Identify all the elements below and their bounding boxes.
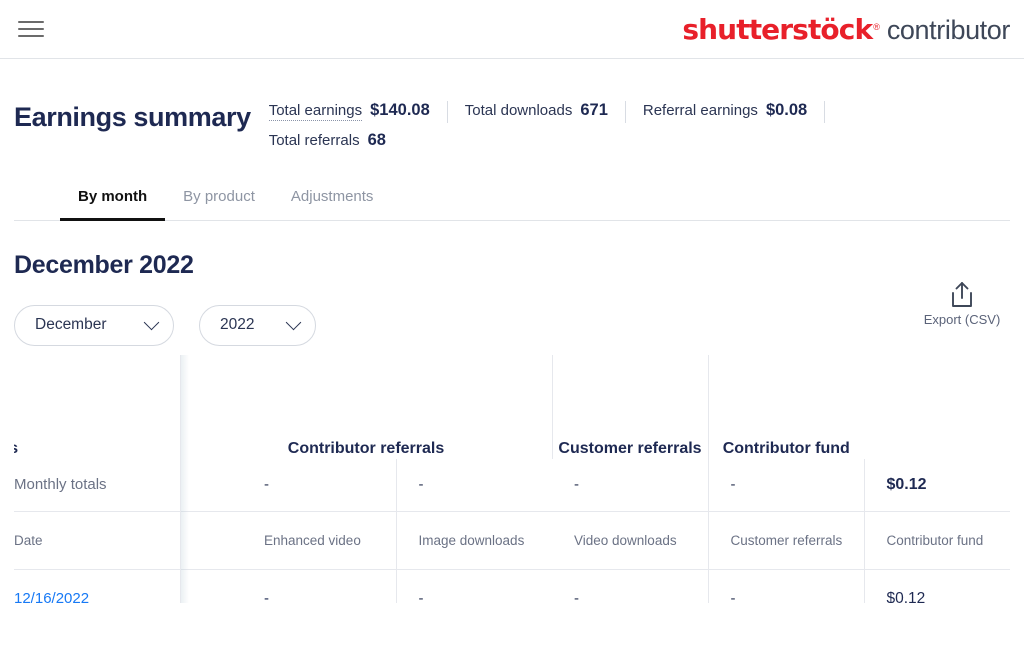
table-group-header-row: s Contributor referrals Customer referra…: [14, 355, 1010, 459]
chevron-down-icon: [285, 314, 302, 330]
period-title: December 2022: [14, 251, 194, 279]
metric-total-referrals-value: 68: [367, 131, 386, 149]
totals-customer-referrals: -: [707, 459, 864, 512]
summary-metrics-row-2: Total referrals 68: [269, 131, 909, 153]
export-csv-button[interactable]: Export (CSV): [914, 281, 1010, 327]
column-header-image-downloads[interactable]: Image downloads: [395, 510, 552, 570]
metric-total-earnings-label[interactable]: Total earnings: [268, 102, 363, 121]
hamburger-bar: [18, 27, 44, 31]
sticky-column-divider: [180, 355, 181, 603]
earnings-table-scroll-container[interactable]: s Contributor referrals Customer referra…: [14, 355, 1010, 603]
totals-label: Monthly totals: [14, 459, 180, 512]
summary-metrics: Total earnings $140.08 Total downloads 6…: [268, 101, 909, 153]
metric-total-downloads: Total downloads 671: [448, 101, 626, 123]
group-header-customer-referrals: Customer referrals: [551, 355, 708, 459]
month-select-value: December: [35, 316, 107, 333]
brand-logo[interactable]: shutterstöck ® contributor: [682, 13, 1010, 46]
hamburger-bar: [18, 21, 44, 24]
metric-total-downloads-label: Total downloads: [464, 102, 573, 119]
export-upload-icon: [952, 282, 972, 307]
totals-enhanced-video: -: [180, 459, 396, 512]
cell-customer-referrals: -: [707, 569, 864, 603]
earnings-table: s Contributor referrals Customer referra…: [14, 355, 1010, 603]
metric-referral-earnings: Referral earnings $0.08: [626, 101, 826, 123]
year-select[interactable]: 2022: [199, 304, 316, 346]
metric-total-earnings-value: $140.08: [370, 101, 430, 119]
cell-date: 12/16/2022: [14, 569, 180, 603]
group-header-contributor-referrals: Contributor referrals: [179, 355, 552, 459]
totals-image-downloads: -: [395, 459, 552, 512]
column-header-customer-referrals[interactable]: Customer referrals: [707, 510, 864, 570]
tab-by-product[interactable]: By product: [165, 188, 273, 221]
brand-mark-text: shutterstöck: [682, 12, 873, 46]
year-select-value: 2022: [220, 316, 255, 333]
date-link[interactable]: 12/16/2022: [14, 590, 89, 603]
metric-total-referrals: Total referrals 68: [269, 131, 403, 153]
column-header-enhanced-video[interactable]: Enhanced video: [180, 510, 396, 570]
period-controls: December 2022 Export (CSV): [14, 282, 1010, 347]
column-header-date[interactable]: Date: [14, 510, 180, 570]
group-header-truncated: s: [14, 355, 180, 459]
registered-mark-icon: ®: [873, 21, 880, 32]
page-body: Earnings summary Total earnings $140.08 …: [0, 59, 1024, 603]
cell-contributor-fund: $0.12: [863, 569, 1010, 603]
totals-video-downloads: -: [552, 459, 708, 512]
month-select[interactable]: December: [14, 304, 174, 346]
brand-sub-text: contributor: [886, 14, 1011, 45]
tab-bar: By month By product Adjustments: [14, 187, 1010, 221]
metric-referral-earnings-label: Referral earnings: [642, 102, 758, 119]
export-csv-label: Export (CSV): [923, 312, 1001, 327]
page-title: Earnings summary: [14, 102, 251, 132]
column-header-video-downloads[interactable]: Video downloads: [552, 510, 708, 570]
hamburger-menu-icon[interactable]: [18, 19, 44, 39]
column-header-contributor-fund[interactable]: Contributor fund: [863, 510, 1010, 570]
metric-total-earnings: Total earnings $140.08: [268, 101, 448, 123]
table-row: 12/16/2022 - - - - $0.12: [14, 569, 1010, 603]
metric-referral-earnings-value: $0.08: [765, 101, 808, 119]
tab-by-month[interactable]: By month: [60, 188, 166, 221]
chevron-down-icon: [143, 314, 160, 330]
metric-total-downloads-value: 671: [580, 101, 608, 119]
tab-adjustments[interactable]: Adjustments: [273, 188, 392, 221]
group-header-contributor-fund: Contributor fund: [707, 355, 864, 459]
totals-contributor-fund: $0.12: [863, 459, 1010, 512]
top-bar: shutterstöck ® contributor: [0, 0, 1024, 59]
table-column-header-row: Date Enhanced video Image downloads Vide…: [14, 510, 1010, 570]
cell-image-downloads: -: [395, 569, 552, 603]
hamburger-bar: [18, 34, 44, 37]
earnings-summary-header: Earnings summary Total earnings $140.08 …: [14, 59, 1010, 153]
cell-video-downloads: -: [552, 569, 708, 603]
metric-total-referrals-label: Total referrals: [268, 132, 360, 149]
cell-enhanced-video: -: [180, 569, 396, 603]
table-totals-row: Monthly totals - - - - $0.12: [14, 459, 1010, 512]
